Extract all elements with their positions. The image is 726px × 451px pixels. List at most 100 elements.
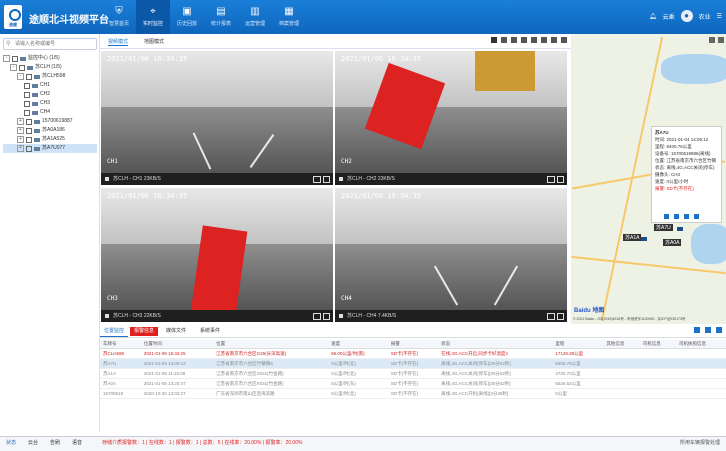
tree-node[interactable]: - 苏CLH (1/5) (3, 63, 97, 72)
nav-history[interactable]: ▣ 历史回放 (170, 0, 204, 34)
tree-checkbox[interactable] (26, 118, 32, 125)
expand-icon[interactable]: + (17, 118, 24, 125)
fullscreen-icon[interactable] (557, 176, 564, 183)
column-header[interactable]: 司机信息 (639, 340, 677, 349)
collapse-icon[interactable]: - (17, 73, 24, 80)
map-layer-icon[interactable] (709, 37, 715, 43)
camera-panel-ch4[interactable]: 2021/01/06 16:34:35 CH4 苏CLH - CH4 7.4KB… (335, 188, 567, 322)
nav-ops[interactable]: ▥ 运营管理 (238, 0, 272, 34)
stop-all-icon[interactable] (551, 37, 557, 43)
layout-6-icon[interactable] (511, 37, 517, 43)
tab-map-mode[interactable]: 地图模式 (144, 38, 164, 45)
folder-icon[interactable] (705, 327, 711, 333)
track-icon[interactable] (684, 214, 689, 219)
expand-icon[interactable]: + (17, 127, 24, 134)
fullscreen-icon[interactable] (323, 313, 330, 320)
map-panel[interactable]: 苏A7U 时间: 2021-01-04 14:06:12 里程: 8400.76… (571, 34, 726, 324)
expand-icon[interactable]: + (17, 145, 24, 152)
tree-checkbox[interactable] (19, 64, 25, 71)
tree-checkbox[interactable] (24, 109, 30, 116)
footer-tab-status[interactable]: 状态 (6, 437, 16, 450)
tree-checkbox[interactable] (24, 91, 30, 98)
account-name[interactable]: 农业 (699, 12, 711, 21)
nav-archive[interactable]: ▦ 档案管理 (272, 0, 306, 34)
stop-icon[interactable] (105, 314, 109, 318)
vehicle-marker[interactable]: 苏A0A (663, 239, 682, 246)
tree-checkbox[interactable] (24, 82, 30, 89)
tree-checkbox[interactable] (26, 136, 32, 143)
column-header[interactable]: 里程 (552, 340, 604, 349)
camera-icon[interactable] (313, 176, 321, 183)
search-input[interactable] (4, 39, 93, 48)
tab-video-mode[interactable]: 视频模式 (108, 38, 129, 46)
menu-icon[interactable]: ☰ (717, 13, 722, 20)
info-icon[interactable] (674, 214, 679, 219)
stop-icon[interactable] (105, 177, 109, 181)
tool-icon[interactable] (664, 214, 669, 219)
camera-panel-ch1[interactable]: 2021/01/06 16:34:35 CH1 苏CLH - CH1 23KB/… (101, 51, 333, 185)
layout-16-icon[interactable] (541, 37, 547, 43)
camera-icon[interactable] (547, 176, 555, 183)
nav-home[interactable]: ⛨ 智慧首页 (102, 0, 136, 34)
column-header[interactable]: 其他信息 (603, 340, 640, 349)
stop-icon[interactable] (339, 177, 343, 181)
map-fullscreen-icon[interactable] (718, 37, 724, 43)
footer-right[interactable]: 所用车辆报警处理 (680, 437, 720, 450)
column-header[interactable]: 速度 (328, 340, 388, 349)
fullscreen-icon[interactable] (323, 176, 330, 183)
vehicle-marker[interactable]: 苏A1A (623, 234, 642, 241)
tab-alarm[interactable]: 报警信息 (130, 327, 159, 336)
collapse-icon[interactable]: - (3, 55, 10, 62)
table-row[interactable]: 苏A0A 2021-01-05 14:20:47 江苏省南京市六合区X031(竹金路… (100, 378, 726, 389)
table-row[interactable]: 苏A7U 2021-01-04 14:06:12 江苏省南京市六合区竹镇镇S 0公里/… (100, 358, 726, 369)
collapse-icon[interactable]: - (10, 64, 17, 71)
tree-checkbox[interactable] (12, 55, 18, 62)
tree-node[interactable]: + 苏A1A525 (3, 135, 97, 144)
vehicle-marker[interactable]: 苏A7U (654, 224, 673, 231)
column-header[interactable]: 状态 (438, 340, 553, 349)
settings-icon[interactable] (561, 37, 567, 43)
layout-8-icon[interactable] (521, 37, 527, 43)
tree-node[interactable]: CH3 (3, 99, 97, 108)
camera-icon[interactable] (547, 313, 555, 320)
tree-node[interactable]: CH2 (3, 90, 97, 99)
refresh-icon[interactable] (694, 327, 700, 333)
fullscreen-icon[interactable] (557, 313, 564, 320)
tab-media[interactable]: 媒体文件 (162, 327, 190, 336)
table-row[interactable]: 苏CLH598 2021-01-06 16:34:25 江苏省南京市六合区G25(长… (100, 348, 726, 359)
export-icon[interactable] (716, 327, 722, 333)
tree-node[interactable]: + 苏A0A186 (3, 126, 97, 135)
nav-realtime[interactable]: ⌖ 实时监控 (136, 0, 170, 34)
tab-position[interactable]: 位置监控 (100, 327, 129, 337)
tree-checkbox[interactable] (26, 127, 32, 134)
footer-tab-voice[interactable]: 语音 (72, 437, 82, 450)
table-row[interactable]: 15700619 2020-10-30 13:03:27 广东省深圳市南山区后海滨路… (100, 388, 726, 399)
tree-checkbox[interactable] (24, 100, 30, 107)
column-header[interactable]: 位置 (213, 340, 329, 349)
layout-1-icon[interactable] (491, 37, 497, 43)
tree-node[interactable]: - 监控中心 (1/5) (3, 54, 97, 63)
camera-panel-ch3[interactable]: 2021/01/06 16:34:35 CH3 苏CLH - CH3 22KB/… (101, 188, 333, 322)
column-header[interactable]: 车牌号 (100, 340, 141, 349)
stop-icon[interactable] (339, 314, 343, 318)
nav-report[interactable]: ▤ 统计报表 (204, 0, 238, 34)
bell-icon[interactable]: 🔔︎ (649, 13, 657, 20)
expand-icon[interactable]: + (17, 136, 24, 143)
avatar[interactable]: ● (680, 10, 693, 22)
layout-9-icon[interactable] (531, 37, 537, 43)
layout-4-icon[interactable] (501, 37, 507, 43)
footer-tab-alert[interactable]: 告刷 (50, 437, 60, 450)
tree-node[interactable]: CH1 (3, 81, 97, 90)
footer-tab-ptz[interactable]: 云台 (28, 437, 38, 450)
tree-checkbox[interactable] (26, 145, 32, 152)
tab-events[interactable]: 系统事件 (196, 327, 224, 336)
language-select[interactable]: 云乘 (663, 12, 675, 21)
tree-node[interactable]: +15700619887 (3, 117, 97, 126)
column-header[interactable]: 司机执照信息 (676, 340, 726, 349)
tree-checkbox[interactable] (26, 73, 32, 80)
table-row[interactable]: 苏A1A 2021-01-05 11:15:08 江苏省南京市六合区X031(竹金路… (100, 368, 726, 379)
truck-icon[interactable] (677, 227, 683, 231)
column-header[interactable]: 位置时间 (140, 340, 214, 349)
tree-node[interactable]: - 苏CLH598 (3, 72, 97, 81)
tree-node[interactable]: + 苏A7U077 (3, 144, 97, 153)
